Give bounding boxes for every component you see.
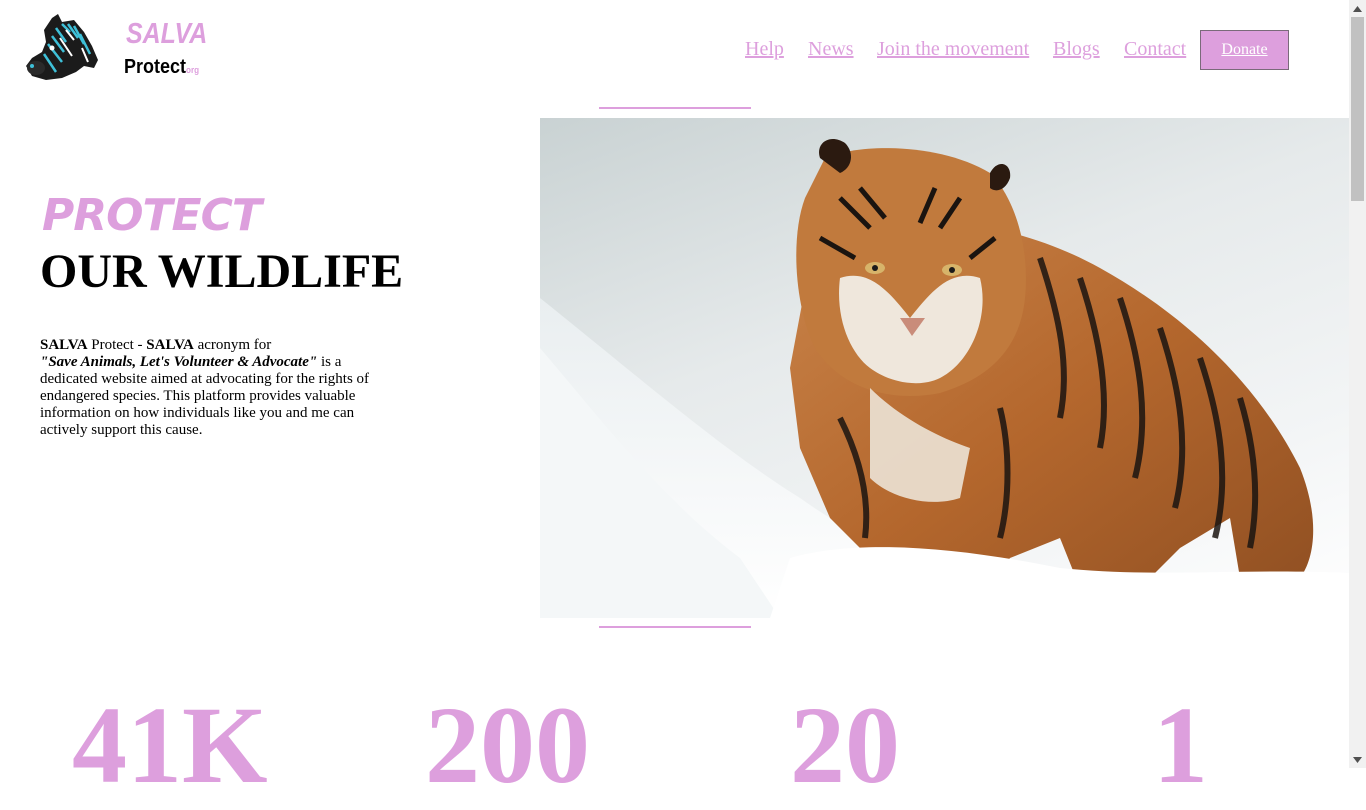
page-scrollbar[interactable] xyxy=(1349,0,1366,768)
nav-help-link[interactable]: Help xyxy=(745,38,784,61)
nav-news-link[interactable]: News xyxy=(808,38,854,61)
hero-tiger-image xyxy=(540,118,1349,618)
stat-value: 1 xyxy=(1153,684,1208,806)
scroll-down-icon[interactable] xyxy=(1349,751,1366,768)
hero-description: SALVA Protect - SALVA acronym for "Save A… xyxy=(40,337,370,438)
hero-main-heading: OUR WILDLIFE xyxy=(40,245,404,298)
stat-value: 200 xyxy=(425,684,590,806)
donate-button[interactable]: Donate xyxy=(1200,30,1289,70)
stat-value: 41K xyxy=(72,684,268,806)
zebra-icon xyxy=(26,14,98,80)
stat-value: 20 xyxy=(790,684,900,806)
nav-blogs-link[interactable]: Blogs xyxy=(1053,38,1100,61)
tiger-illustration xyxy=(540,138,1349,618)
divider-bottom xyxy=(599,626,751,628)
hero-accent-heading: PROTECT xyxy=(42,190,262,241)
nav-join-link[interactable]: Join the movement xyxy=(877,38,1029,61)
logo-title: SALVA xyxy=(126,18,208,50)
scroll-thumb[interactable] xyxy=(1351,17,1364,201)
logo-subtitle: Protectorg xyxy=(124,56,200,78)
nav-contact-link[interactable]: Contact xyxy=(1124,38,1186,61)
site-logo[interactable]: SALVA Protectorg xyxy=(0,0,208,95)
divider-top xyxy=(599,107,751,109)
scroll-up-icon[interactable] xyxy=(1349,0,1366,17)
logo-suffix: org xyxy=(186,65,200,75)
